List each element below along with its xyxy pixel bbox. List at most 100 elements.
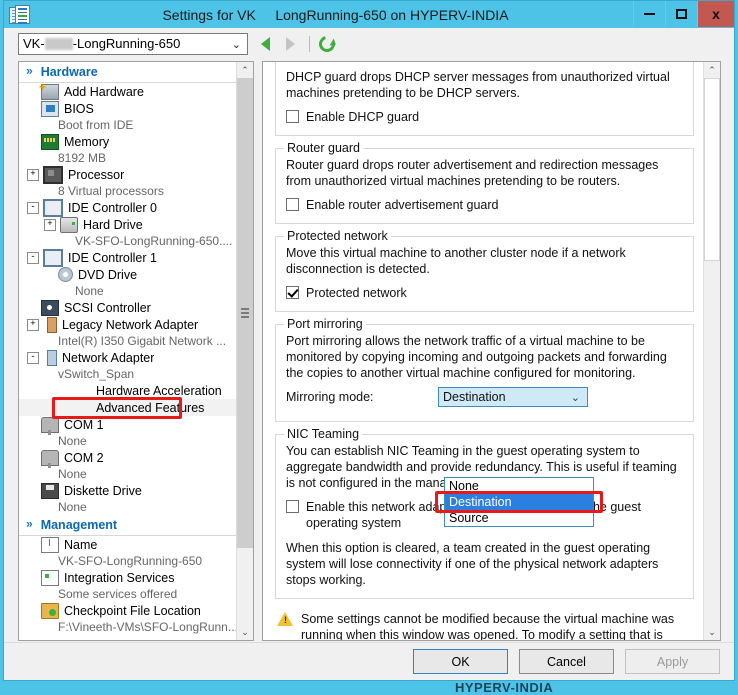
mirroring-mode-combobox[interactable]: Destination ⌄ [438,387,588,407]
vm-selector-dropdown[interactable]: VK- -LongRunning-650 ⌄ [18,32,248,55]
sidebar-item-hardware-acceleration[interactable]: Hardware Acceleration [19,382,253,399]
settings-document-icon [9,4,31,25]
sidebar-item-sublabel: Some services offered [58,587,178,601]
expand-icon[interactable]: + [44,218,56,231]
apply-button: Apply [625,649,720,674]
sidebar-item-label: Hardware Acceleration [96,383,222,398]
sidebar-item-label: Processor [68,167,125,182]
sidebar-item-sublabel: Intel(R) I350 Gigabit Network ... [58,334,227,348]
protected-network-section: Protected network Move this virtual mach… [275,229,694,312]
scsi-controller-icon [41,299,59,316]
sidebar-item-sublabel: None [75,284,104,298]
sidebar-scrollbar[interactable]: ⌃ ⌄ [236,62,253,640]
sidebar-item-processor[interactable]: + Processor [19,165,253,184]
collapse-icon[interactable]: - [27,251,39,264]
redacted-text-block [44,37,73,50]
enable-dhcp-guard-row[interactable]: Enable DHCP guard [286,109,683,125]
sidebar-item-label: Memory [64,134,110,149]
dropdown-option-destination[interactable]: Destination [445,494,593,510]
sidebar-item-com-1[interactable]: COM 1 [19,416,253,435]
enable-router-guard-row[interactable]: Enable router advertisement guard [286,197,683,213]
close-button[interactable]: x [697,1,734,27]
sidebar-item-hard-drive[interactable]: + Hard Drive [19,216,253,233]
sidebar-item-label: Hard Drive [83,217,143,232]
dialog-body: « Hardware Add Hardware BIOS Boot from IDE Me… [4,59,736,644]
sidebar-item-sublabel: vSwitch_Span [58,367,135,381]
dhcp-guard-section: DHCP guard drops DHCP server messages fr… [275,62,694,136]
content-scroll-up-icon[interactable]: ⌃ [704,62,720,78]
ok-button[interactable]: OK [413,649,508,674]
router-guard-section: Router guard Router guard drops router a… [275,141,694,224]
sidebar-item-com-2[interactable]: COM 2 [19,449,253,468]
sidebar-group-hardware[interactable]: « Hardware [19,62,253,83]
nic-teaming-note: When this option is cleared, a team crea… [286,541,659,587]
back-arrow-icon[interactable] [261,36,270,51]
vm-selector-suffix: -LongRunning-650 [72,36,181,51]
content-scroll-down-icon[interactable]: ⌄ [704,624,720,640]
sidebar-item-ide-controller-1[interactable]: - IDE Controller 1 [19,248,253,267]
sidebar-item-integration-services[interactable]: Integration Services [19,569,253,586]
enable-nic-teaming-checkbox[interactable] [286,500,299,513]
sidebar-item-label: DVD Drive [78,267,138,282]
minimize-button[interactable] [633,1,665,27]
sidebar-item-ide-controller-0[interactable]: - IDE Controller 0 [19,198,253,217]
cancel-button[interactable]: Cancel [519,649,614,674]
collapse-icon[interactable]: - [27,351,39,364]
checkpoint-folder-icon [41,602,59,619]
protected-network-row[interactable]: Protected network [286,285,683,301]
sidebar-item-name[interactable]: Name [19,536,253,553]
sidebar-group-title: Management [40,518,118,532]
dropdown-option-source[interactable]: Source [445,510,593,526]
sidebar-group-management[interactable]: « Management [19,515,253,536]
sidebar-item-label: Advanced Features [96,400,205,415]
sidebar-scroll-thumb[interactable] [237,78,253,548]
sidebar-item-diskette-drive[interactable]: Diskette Drive [19,482,253,499]
expand-icon[interactable]: + [27,318,39,331]
window-title: Settings for VK LongRunning-650 on HYPER… [31,7,734,23]
sidebar-scroll-up-icon[interactable]: ⌃ [237,62,253,78]
protected-network-description: Move this virtual machine to another clu… [286,246,626,276]
forward-arrow-icon [286,36,295,51]
sidebar-item-dvd-drive[interactable]: DVD Drive [19,266,253,283]
network-adapter-icon [47,349,57,366]
sidebar-item-bios[interactable]: BIOS [19,100,253,117]
enable-router-guard-checkbox[interactable] [286,198,299,211]
running-vm-warning-text: Some settings cannot be modified because… [301,612,675,641]
dropdown-option-none[interactable]: None [445,478,593,494]
protected-network-legend: Protected network [284,229,391,243]
collapse-icon[interactable]: - [27,201,39,214]
sidebar-item-network-adapter[interactable]: - Network Adapter [19,349,253,366]
settings-dialog-window: Settings for VK LongRunning-650 on HYPER… [3,0,735,681]
protected-network-checkbox[interactable] [286,286,299,299]
enable-dhcp-guard-checkbox[interactable] [286,110,299,123]
bios-icon [41,100,59,117]
sidebar-item-add-hardware[interactable]: Add Hardware [19,82,253,100]
sidebar-item-memory[interactable]: Memory [19,133,253,150]
sidebar-item-advanced-features[interactable]: Advanced Features [19,399,253,416]
diskette-drive-icon [41,482,59,499]
dvd-drive-icon [58,267,73,282]
sidebar-item-sublabel: VK-SFO-LongRunning-650.... [75,234,233,248]
sidebar-item-checkpoint-file-location[interactable]: Checkpoint File Location [19,602,253,619]
content-scrollbar[interactable]: ⌃ ⌄ [703,62,720,640]
window-title-part1: Settings for VK [162,6,256,23]
refresh-icon[interactable] [316,32,338,55]
sidebar-item-scsi-controller[interactable]: SCSI Controller [19,299,253,316]
content-scroll-thumb[interactable] [704,78,720,261]
sidebar-scroll-down-icon[interactable]: ⌄ [237,624,253,640]
nic-teaming-legend: NIC Teaming [284,427,363,441]
expand-icon[interactable]: + [27,168,39,181]
mirroring-mode-dropdown-list[interactable]: None Destination Source [444,477,594,527]
maximize-button[interactable] [665,1,697,27]
sidebar-item-legacy-network-adapter[interactable]: + Legacy Network Adapter [19,316,253,333]
